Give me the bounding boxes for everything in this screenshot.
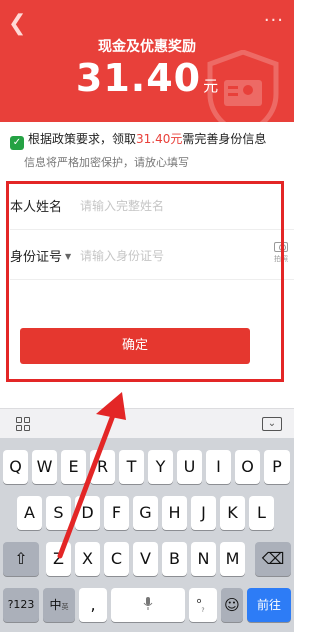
key-i[interactable]: I: [206, 450, 231, 484]
language-switch-key[interactable]: 中英: [43, 588, 75, 622]
keyboard-grid-icon[interactable]: [16, 417, 30, 431]
shift-key[interactable]: ⇧: [3, 542, 39, 576]
go-key[interactable]: 前往: [247, 588, 291, 622]
key-s[interactable]: S: [46, 496, 71, 530]
key-z[interactable]: Z: [46, 542, 71, 576]
annotation-highlight-box: [6, 181, 284, 382]
policy-notice: ✓ 根据政策要求，领取31.40元需完善身份信息 信息将严格加密保护，请放心填写: [10, 130, 290, 176]
lang-zh-label: 中: [49, 598, 62, 612]
key-n[interactable]: N: [191, 542, 216, 576]
key-a[interactable]: A: [17, 496, 42, 530]
key-j[interactable]: J: [191, 496, 216, 530]
keyboard: Q W E R T Y U I O P A S D F G H J K L ⇧ …: [0, 438, 294, 632]
microphone-icon: [143, 597, 153, 610]
key-g[interactable]: G: [133, 496, 158, 530]
period-label: 。: [196, 591, 210, 606]
key-h[interactable]: H: [162, 496, 187, 530]
back-chevron-left-icon[interactable]: ❮: [8, 12, 30, 36]
key-q[interactable]: Q: [3, 450, 28, 484]
question-label: ?: [201, 607, 205, 614]
key-b[interactable]: B: [162, 542, 187, 576]
more-options-icon[interactable]: ···: [264, 10, 284, 31]
key-f[interactable]: F: [104, 496, 129, 530]
keyboard-toolbar: ⌄: [0, 408, 294, 438]
reward-header: ❮ ··· 现金及优惠奖励 31.40 元: [0, 0, 294, 122]
notice-amount: 31.40元: [136, 132, 183, 146]
space-microphone-key[interactable]: [111, 588, 185, 622]
lang-en-label: 英: [61, 603, 69, 611]
key-o[interactable]: O: [235, 450, 260, 484]
key-p[interactable]: P: [264, 450, 290, 484]
key-v[interactable]: V: [133, 542, 158, 576]
notice-line-2: 信息将严格加密保护，请放心填写: [24, 156, 189, 169]
key-t[interactable]: T: [119, 450, 144, 484]
key-r[interactable]: R: [90, 450, 115, 484]
notice-suffix: 需完善身份信息: [182, 132, 267, 146]
period-key[interactable]: 。?: [189, 588, 217, 622]
notice-prefix: 根据政策要求，领取: [28, 132, 137, 146]
key-u[interactable]: U: [177, 450, 202, 484]
key-k[interactable]: K: [220, 496, 245, 530]
key-l[interactable]: L: [249, 496, 274, 530]
key-w[interactable]: W: [32, 450, 57, 484]
amount-value: 31.40: [75, 56, 202, 100]
key-c[interactable]: C: [104, 542, 129, 576]
delete-key[interactable]: ⌫: [255, 542, 291, 576]
key-x[interactable]: X: [75, 542, 100, 576]
numbers-key[interactable]: ?123: [3, 588, 39, 622]
comma-key[interactable]: ,: [79, 588, 107, 622]
key-e[interactable]: E: [61, 450, 86, 484]
key-d[interactable]: D: [75, 496, 100, 530]
id-card-shield-icon: [207, 50, 279, 122]
key-m[interactable]: M: [220, 542, 245, 576]
verified-check-icon: ✓: [10, 136, 24, 150]
hide-keyboard-icon[interactable]: ⌄: [262, 417, 282, 431]
emoji-key[interactable]: ☺: [221, 588, 243, 622]
notice-line-1: ✓ 根据政策要求，领取31.40元需完善身份信息: [10, 130, 290, 150]
key-y[interactable]: Y: [148, 450, 173, 484]
